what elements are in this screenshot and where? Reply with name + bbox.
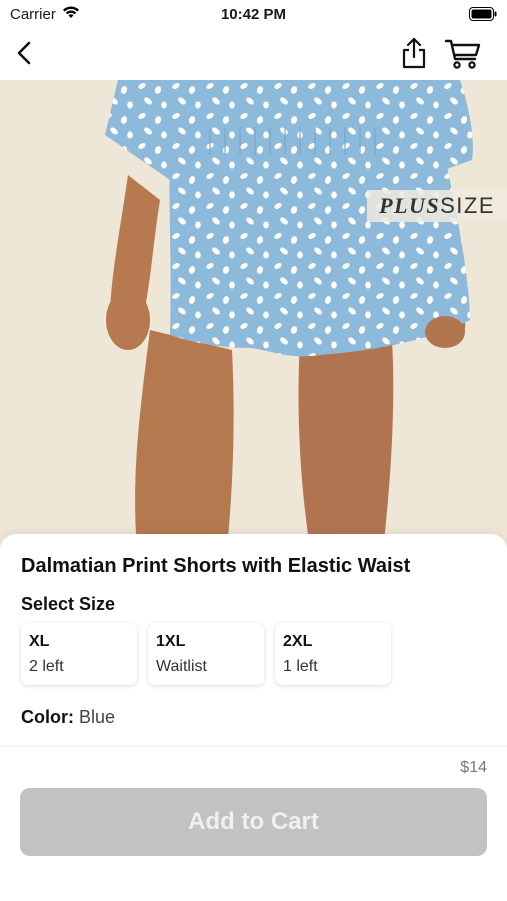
nav-bar (0, 30, 507, 80)
product-image[interactable]: PLUSSIZE (0, 80, 507, 560)
size-option-2xl[interactable]: 2XL 1 left (275, 623, 391, 685)
badge-plus-text: PLUS (379, 193, 441, 218)
status-bar: Carrier 10:42 PM (0, 0, 507, 30)
size-label: XL (29, 633, 50, 650)
purchase-footer: $14 Add to Cart (0, 746, 507, 901)
add-to-cart-button[interactable]: Add to Cart (20, 788, 487, 856)
color-value: Blue (79, 707, 116, 727)
size-label: 2XL (283, 633, 313, 650)
size-stock: 2 left (29, 658, 64, 675)
badge-size-text: SIZE (440, 193, 495, 218)
size-stock: Waitlist (156, 658, 207, 675)
size-label: 1XL (156, 633, 186, 650)
product-title: Dalmatian Print Shorts with Elastic Wais… (21, 555, 411, 577)
cart-icon[interactable] (444, 36, 482, 70)
battery-icon (469, 7, 497, 21)
product-details-sheet: Dalmatian Print Shorts with Elastic Wais… (0, 534, 507, 746)
plus-size-badge: PLUSSIZE (367, 190, 507, 222)
share-icon[interactable] (398, 36, 430, 70)
size-option-xl[interactable]: XL 2 left (21, 623, 137, 685)
price-label: $14 (460, 759, 487, 776)
color-row: Color: Blue (21, 707, 115, 728)
size-stock: 1 left (283, 658, 318, 675)
status-time: 10:42 PM (220, 6, 287, 23)
size-heading: Select Size (21, 594, 116, 614)
color-label: Color: (21, 707, 74, 727)
product-photo (0, 80, 507, 560)
back-chevron-icon[interactable] (10, 38, 40, 68)
size-option-1xl[interactable]: 1XL Waitlist (148, 623, 264, 685)
